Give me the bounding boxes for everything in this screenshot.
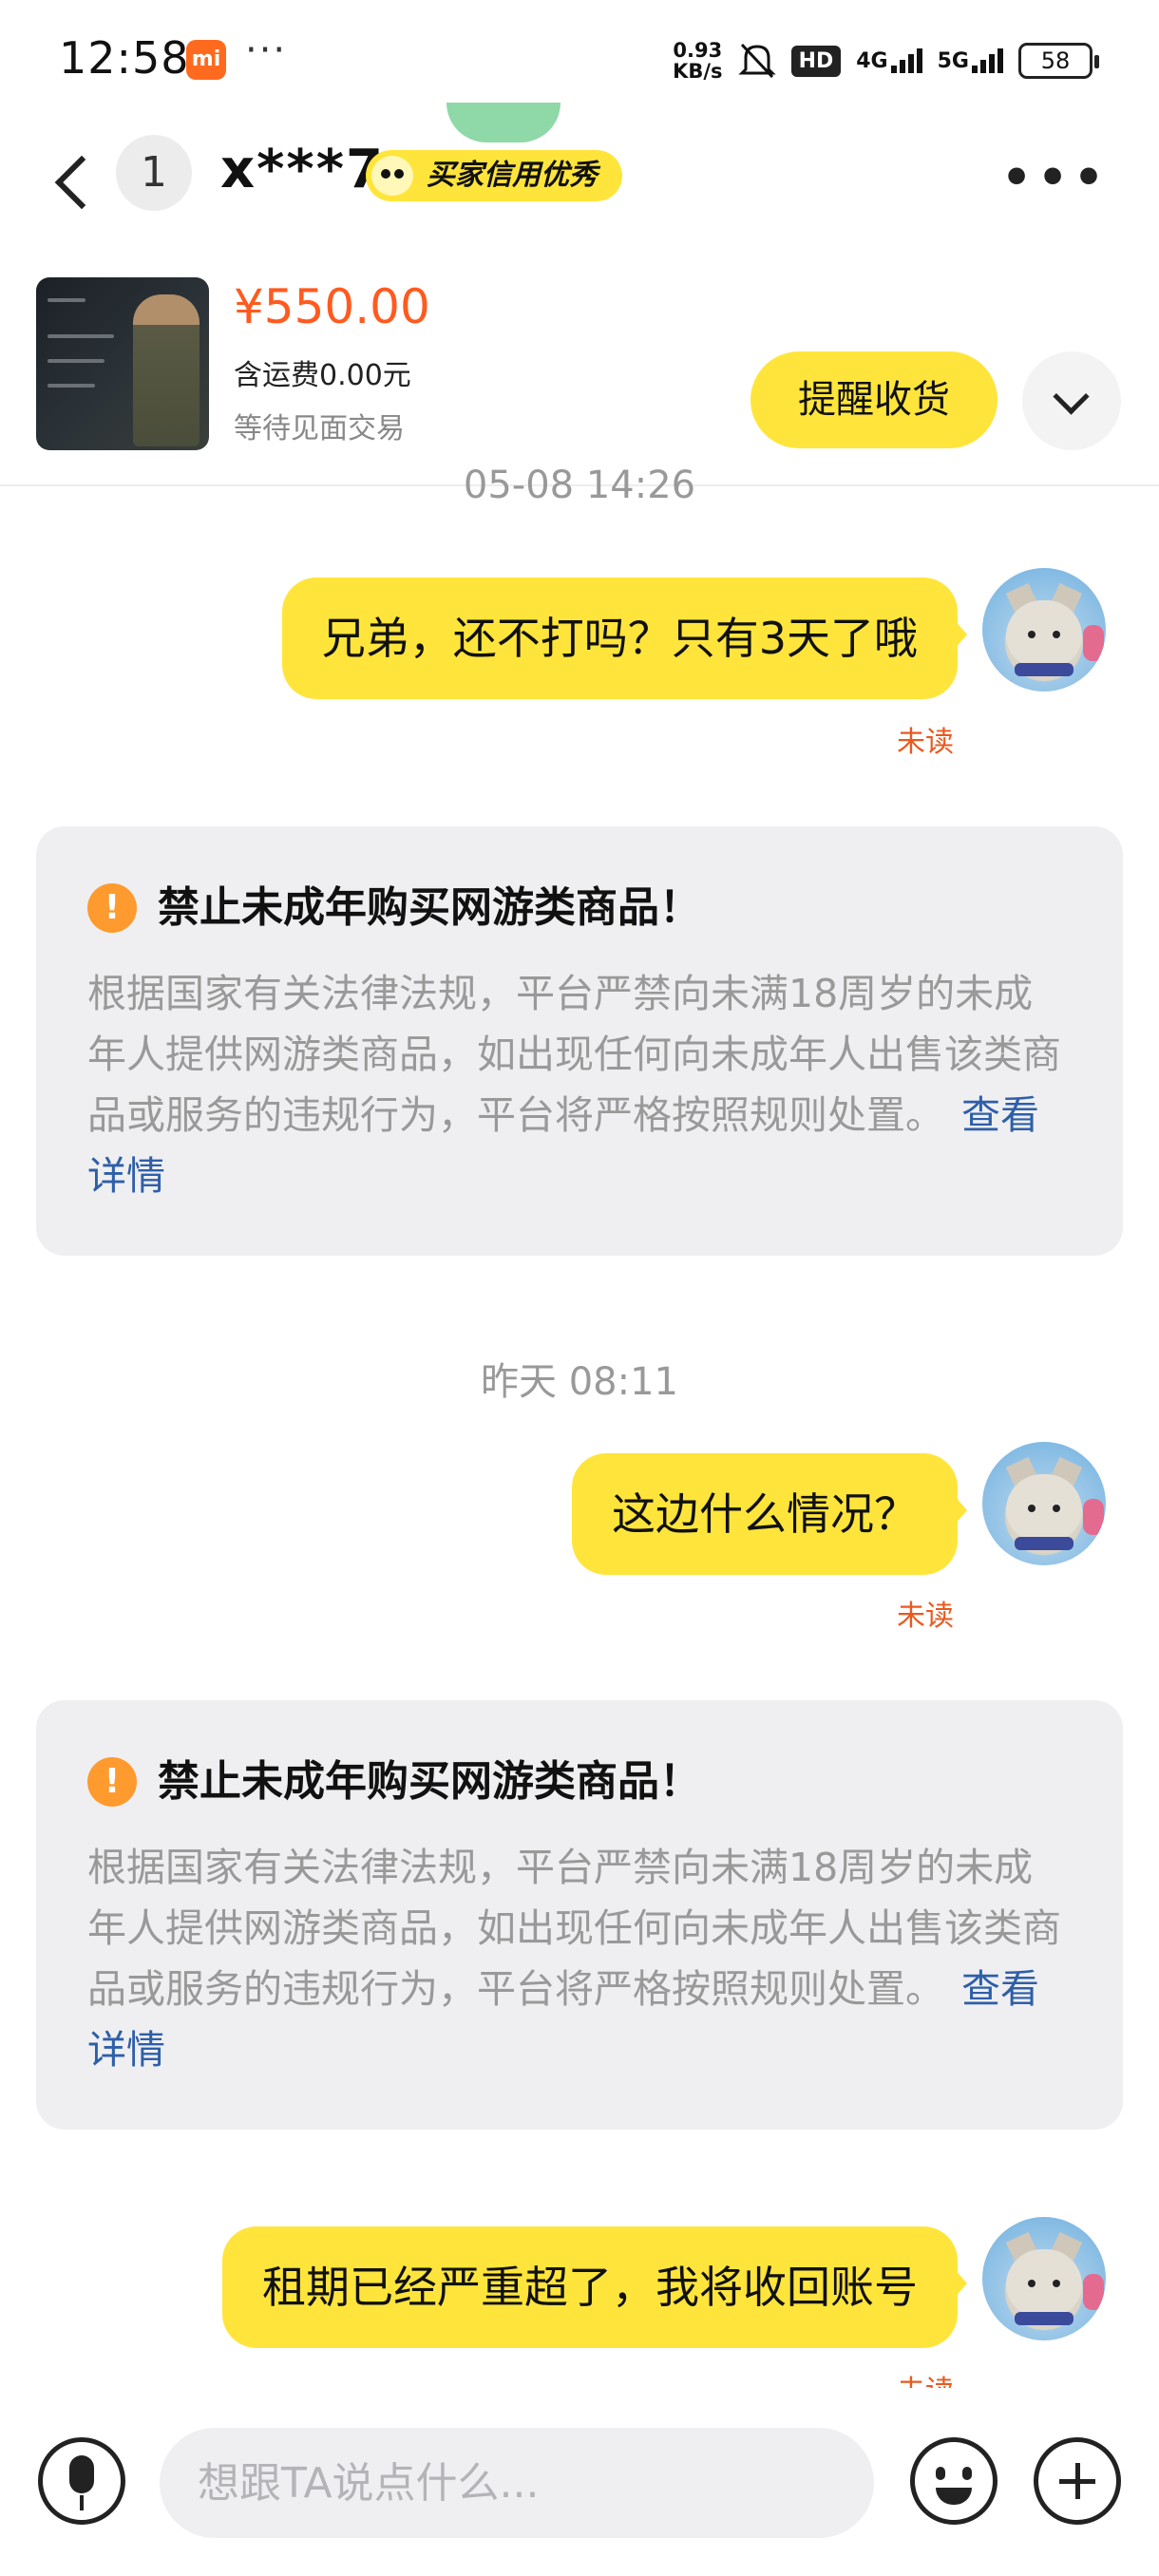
microphone-icon[interactable] <box>38 2437 125 2525</box>
message-bubble[interactable]: 这边什么情况？ <box>572 1453 967 1575</box>
minor-warning-card: ! 禁止未成年购买网游类商品！ 根据国家有关法律法规，平台严禁向未满18周岁的未… <box>36 826 1123 1256</box>
mi-app-icon: mi <box>186 40 226 80</box>
hd-icon: HD <box>790 45 842 77</box>
message-bubble[interactable]: 租期已经严重超了，我将收回账号 <box>222 2226 967 2348</box>
warning-icon: ! <box>87 1757 137 1807</box>
add-icon[interactable] <box>1034 2437 1121 2525</box>
battery-icon: 58 <box>1018 43 1099 79</box>
signal-5g-icon: 5G <box>938 48 1003 73</box>
user-avatar[interactable] <box>982 1442 1106 1565</box>
product-price: ¥550.00 <box>234 279 430 334</box>
more-notifications-icon: ··· <box>245 28 288 72</box>
warning-icon: ! <box>87 883 137 933</box>
read-status: 未读 <box>897 726 954 759</box>
status-indicators: 0.93 KB/s HD 4G 5G 58 <box>673 36 1099 85</box>
unread-count-badge[interactable]: 1 <box>116 135 192 211</box>
chevron-down-icon[interactable] <box>1022 351 1121 450</box>
signal-4g-icon: 4G <box>856 48 922 73</box>
input-bar <box>0 2403 1159 2576</box>
network-speed: 0.93 KB/s <box>673 39 723 83</box>
mascot-face-icon <box>371 156 413 196</box>
read-status: 未读 <box>897 2367 954 2388</box>
chat-header: 1 x***7 买家信用优秀 ••• <box>0 103 1159 256</box>
mute-bell-icon <box>737 43 776 79</box>
minor-warning-card: ! 禁止未成年购买网游类商品！ 根据国家有关法律法规，平台严禁向未满18周岁的未… <box>36 1700 1123 2130</box>
status-time: 12:58 <box>59 32 190 84</box>
user-avatar[interactable] <box>982 568 1106 691</box>
message-input[interactable] <box>160 2428 874 2538</box>
warning-title: ! 禁止未成年购买网游类商品！ <box>87 880 1072 937</box>
remind-receipt-button[interactable]: 提醒收货 <box>750 351 998 448</box>
status-bar: 12:58 mi ··· 0.93 KB/s HD 4G 5G 58 <box>0 0 1159 114</box>
warning-body: 根据国家有关法律法规，平台严禁向未满18周岁的未成年人提供网游类商品，如出现任何… <box>87 971 1061 1199</box>
buyer-credit-badge[interactable]: 买家信用优秀 <box>366 150 622 201</box>
message-bubble[interactable]: 兄弟，还不打吗？只有3天了哦 <box>281 578 968 699</box>
user-avatar[interactable] <box>982 2217 1106 2340</box>
product-card[interactable]: ¥550.00 含运费0.00元 等待见面交易 提醒收货 <box>0 256 1159 486</box>
order-status: 等待见面交易 <box>234 412 405 445</box>
more-options-button[interactable]: ••• <box>1001 154 1110 201</box>
product-thumbnail[interactable] <box>36 277 209 450</box>
keyboard-peek-icon <box>446 103 560 142</box>
emoji-icon[interactable] <box>910 2437 998 2525</box>
message-timestamp: 昨天 08:11 <box>481 1360 678 1404</box>
warning-title: ! 禁止未成年购买网游类商品！ <box>87 1753 1072 1810</box>
shipping-fee: 含运费0.00元 <box>234 359 411 392</box>
message-timestamp: 05-08 14:26 <box>463 464 696 507</box>
read-status: 未读 <box>897 1600 954 1633</box>
buyer-name[interactable]: x***7 <box>220 139 385 200</box>
warning-body: 根据国家有关法律法规，平台严禁向未满18周岁的未成年人提供网游类商品，如出现任何… <box>87 1845 1061 2073</box>
back-button[interactable] <box>48 142 104 218</box>
